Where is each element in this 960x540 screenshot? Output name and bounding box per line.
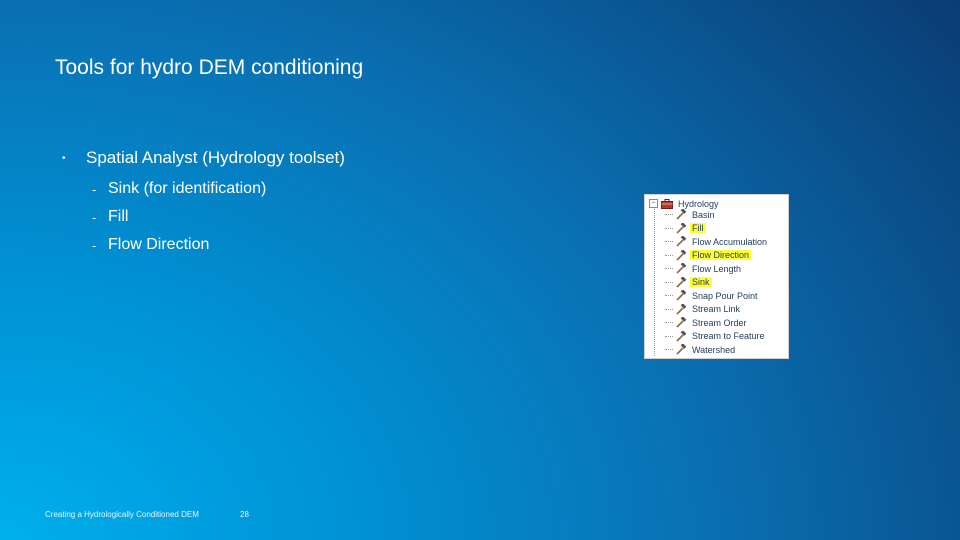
tree-connector xyxy=(665,322,673,324)
hammer-icon xyxy=(676,344,687,355)
tree-connector xyxy=(665,214,673,216)
tree-connector xyxy=(665,308,673,310)
hammer-icon xyxy=(676,317,687,328)
bullet-text: Spatial Analyst (Hydrology toolset) xyxy=(86,148,345,167)
tree-item-label: Watershed xyxy=(692,344,736,355)
sub-bullet-item: - Sink (for identification) xyxy=(92,175,345,203)
tree-item[interactable]: Stream Link xyxy=(665,303,769,317)
tree-item-label: Sink xyxy=(690,277,712,288)
tree-connector xyxy=(665,241,673,243)
tree-item[interactable]: Fill xyxy=(665,222,769,236)
tree-item[interactable]: Sink xyxy=(665,276,769,290)
slide-title: Tools for hydro DEM conditioning xyxy=(55,56,364,79)
bullet-dot: • xyxy=(62,152,66,164)
tree-item[interactable]: Flow Length xyxy=(665,262,769,276)
tree-connector xyxy=(665,295,673,297)
tree-root-label: Hydrology xyxy=(678,198,719,209)
tree-item-label: Basin xyxy=(692,209,715,220)
hammer-icon xyxy=(676,330,687,342)
tree-item[interactable]: Stream to Feature xyxy=(665,330,769,344)
sub-bullet-text: Flow Direction xyxy=(108,236,210,253)
tree-item-label: Snap Pour Point xyxy=(692,290,758,301)
sub-bullet-item: - Fill xyxy=(92,203,345,231)
tree-connector xyxy=(665,349,673,351)
tree-item[interactable]: Flow Accumulation xyxy=(665,235,769,249)
sub-bullet-text: Sink (for identification) xyxy=(108,180,267,197)
tree-item-label: Fill xyxy=(690,223,706,234)
hammer-icon xyxy=(676,276,687,288)
tree-item-label: Flow Length xyxy=(692,263,742,274)
hammer-icon xyxy=(676,209,687,220)
bullet-item: • Spatial Analyst (Hydrology toolset) xyxy=(62,145,345,171)
tree-item-label: Flow Accumulation xyxy=(692,236,768,247)
tree-item-label: Stream Order xyxy=(692,317,747,328)
sub-bullet-item: - Flow Direction xyxy=(92,231,345,259)
hammer-icon xyxy=(676,222,687,234)
toolbox-icon xyxy=(661,198,673,209)
tree-item[interactable]: Flow Direction xyxy=(665,249,769,263)
hydrology-toolset-screenshot: − Hydrology Basin Fill Flow Accumulation Fl… xyxy=(644,194,789,359)
tree-item[interactable]: Stream Order xyxy=(665,316,769,330)
tree-guide-line xyxy=(654,206,655,356)
footer-text: Creating a Hydrologically Conditioned DE… xyxy=(45,510,199,519)
sub-bullet-dash: - xyxy=(92,181,97,197)
sub-bullet-dash: - xyxy=(92,237,97,253)
tree-connector xyxy=(665,227,673,229)
tree-item-label: Stream Link xyxy=(692,304,741,315)
tree-connector xyxy=(665,335,673,337)
sub-bullet-dash: - xyxy=(92,209,97,225)
sub-bullet-text: Fill xyxy=(108,208,129,225)
tree-connector xyxy=(665,254,673,256)
tree-item[interactable]: Basin xyxy=(665,208,769,222)
hammer-icon xyxy=(676,290,687,301)
tree-item-label: Stream to Feature xyxy=(692,331,765,342)
tree-item-list: Basin Fill Flow Accumulation Flow Direction… xyxy=(665,208,769,357)
hammer-icon xyxy=(676,303,687,315)
tree-connector xyxy=(665,281,673,283)
page-number: 28 xyxy=(240,510,249,519)
tree-item-label: Flow Direction xyxy=(690,250,752,261)
hammer-icon xyxy=(676,249,687,261)
bullet-list: • Spatial Analyst (Hydrology toolset) - … xyxy=(62,145,345,259)
sub-bullet-list: - Sink (for identification) - Fill - Flo… xyxy=(92,175,345,259)
tree-item[interactable]: Watershed xyxy=(665,343,769,357)
tree-item[interactable]: Snap Pour Point xyxy=(665,289,769,303)
tree-connector xyxy=(665,268,673,270)
collapse-icon: − xyxy=(649,199,658,208)
hammer-icon xyxy=(676,263,687,274)
hammer-icon xyxy=(676,236,687,247)
